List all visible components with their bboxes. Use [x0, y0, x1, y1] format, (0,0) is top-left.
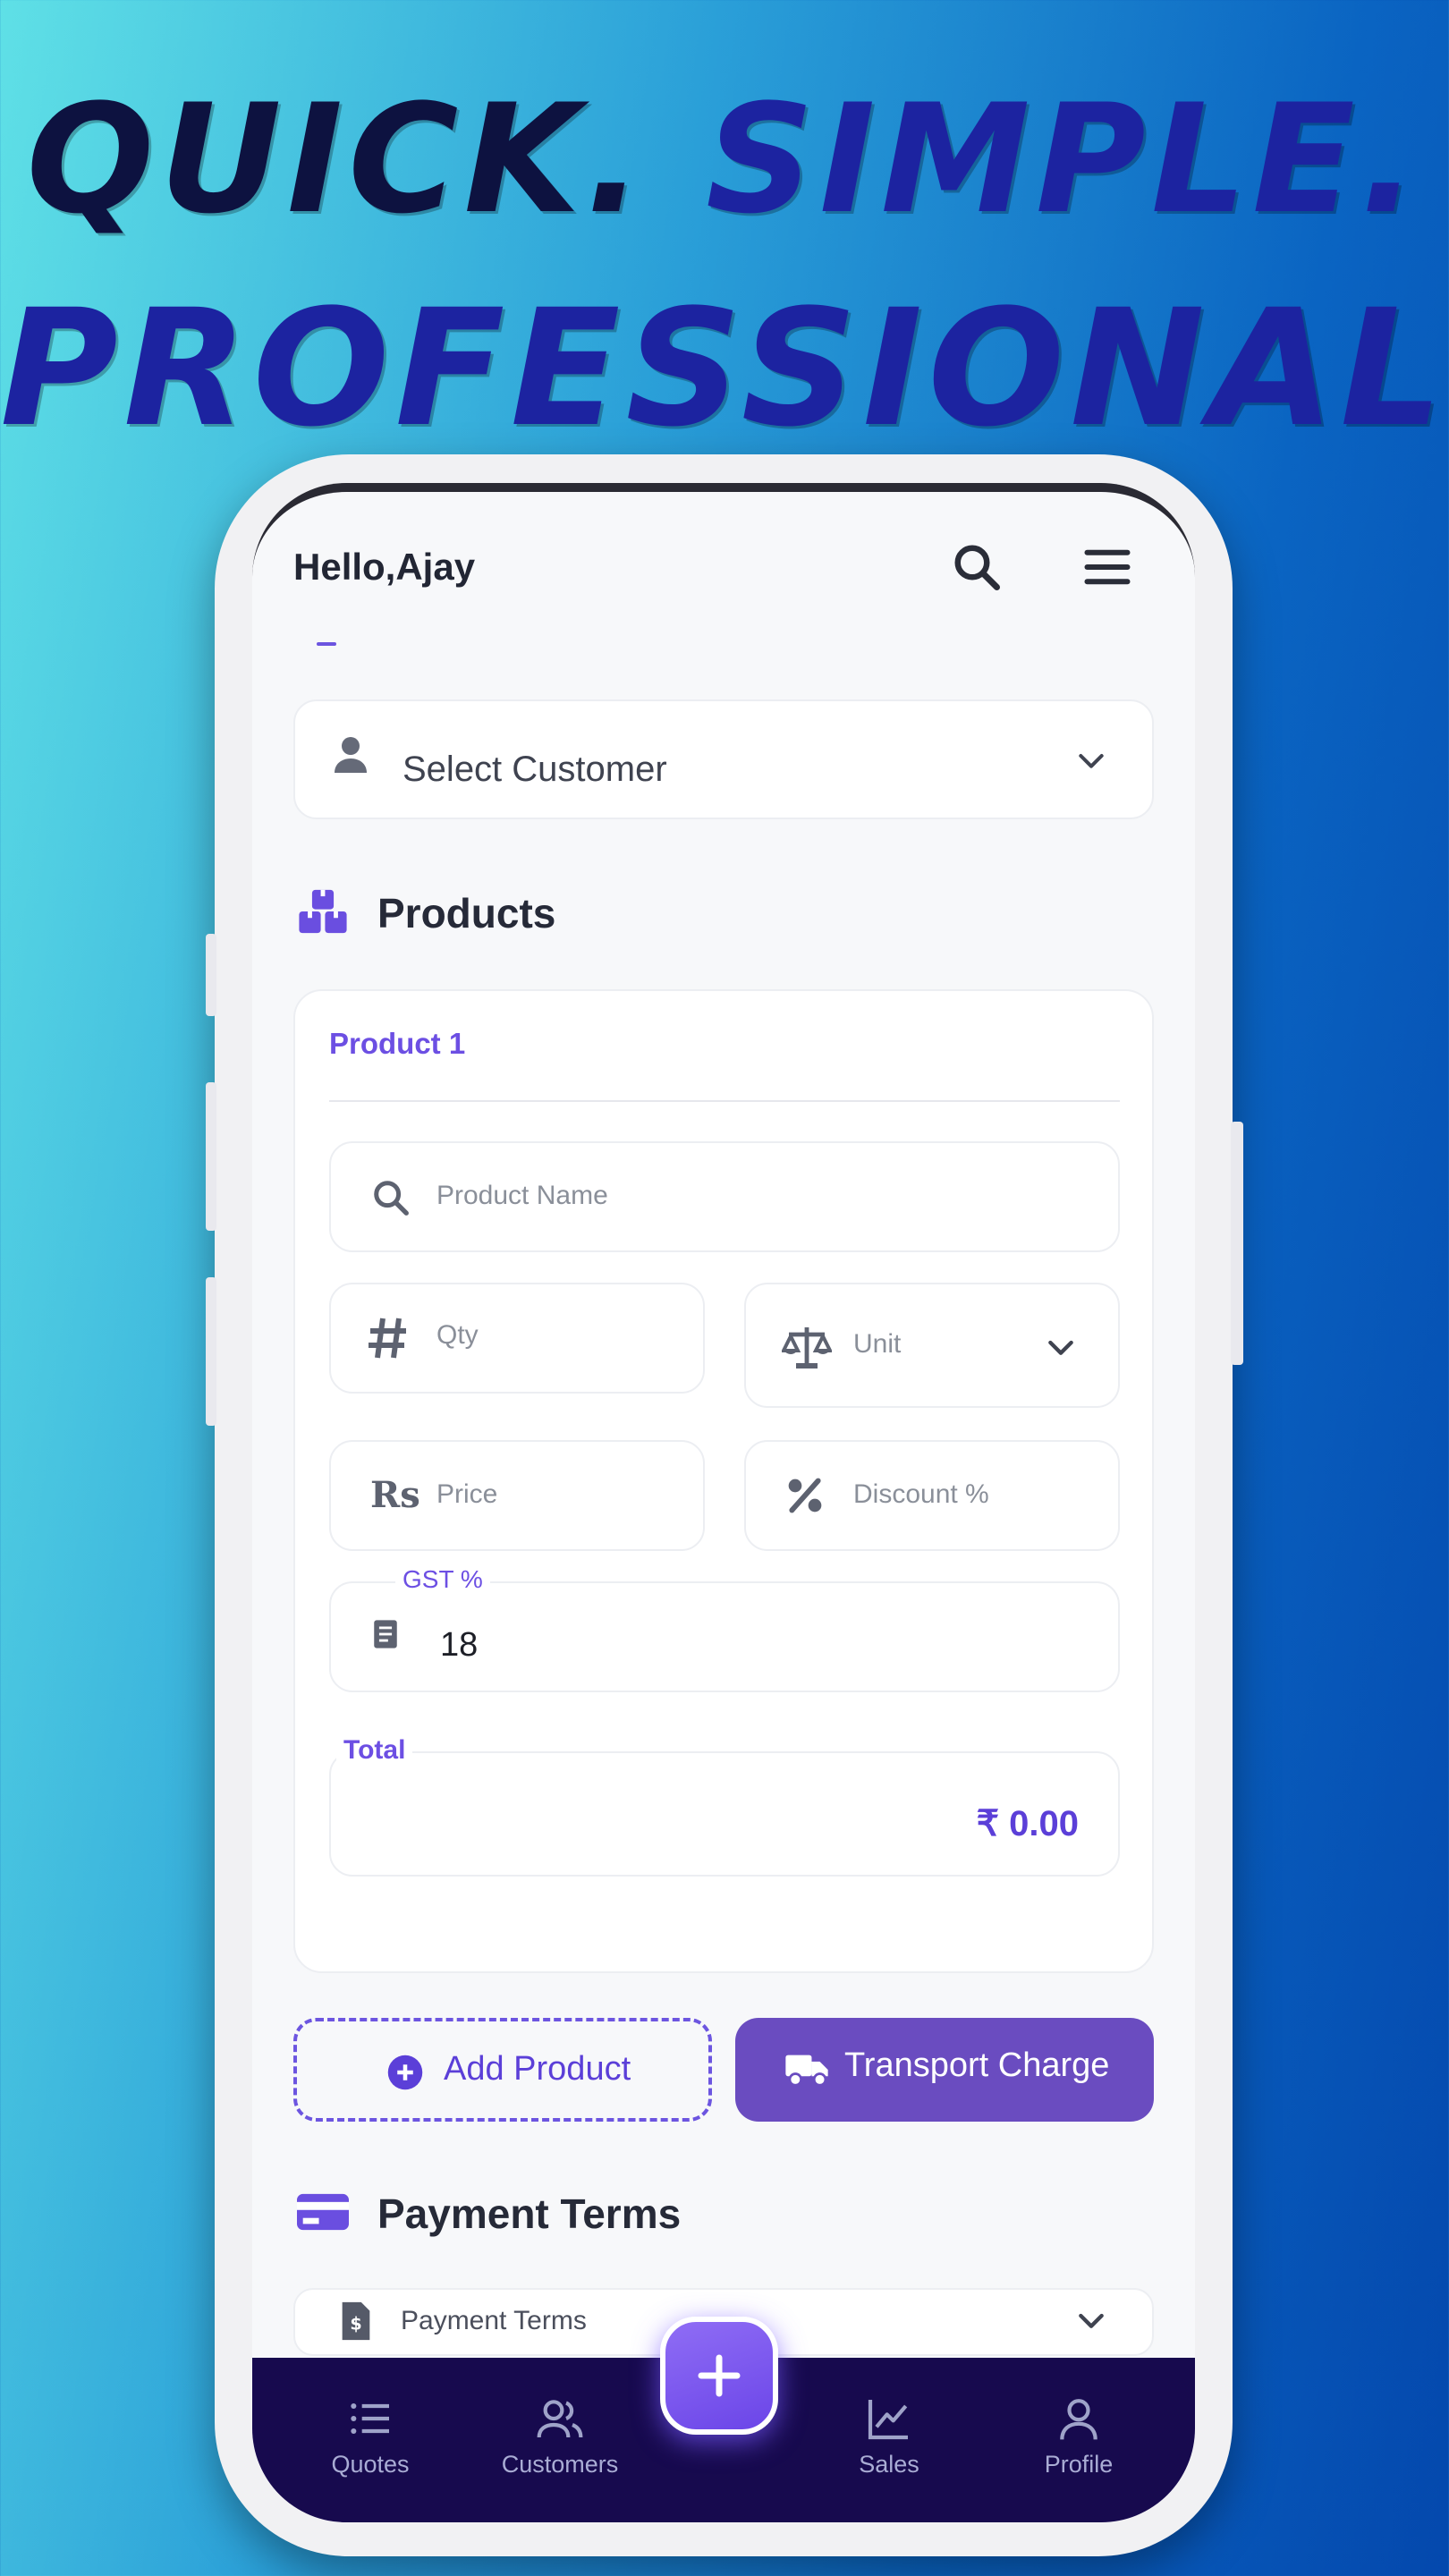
unit-placeholder: Unit — [853, 1329, 902, 1359]
product-name-placeholder: Product Name — [436, 1181, 608, 1210]
discount-placeholder: Discount % — [853, 1479, 989, 1509]
product-card: Product 1 Product Name Qty Unit Rs Price… — [293, 989, 1154, 1973]
payment-terms-section-title: Payment Terms — [377, 2190, 682, 2237]
select-customer-label: Select Customer — [402, 750, 667, 789]
search-icon — [370, 1177, 411, 1223]
transport-charge-button[interactable]: Transport Charge — [735, 2018, 1154, 2122]
chevron-down-icon — [1072, 2302, 1111, 2343]
add-product-button[interactable]: Add Product — [293, 2018, 712, 2122]
nav-label-sales: Sales — [859, 2451, 919, 2478]
user-icon — [1060, 2399, 1097, 2440]
price-input[interactable]: Rs Price — [329, 1440, 705, 1551]
chevron-down-icon — [1041, 1329, 1080, 1369]
app-screen: Hello,Ajay Select Customer Products Prod… — [252, 483, 1195, 2522]
headline-quick: QUICK. — [26, 72, 648, 247]
nav-label-quotes: Quotes — [331, 2451, 410, 2478]
scroll-indicator — [317, 642, 336, 646]
qty-input[interactable]: Qty — [329, 1283, 705, 1394]
svg-text:$: $ — [350, 2314, 361, 2334]
users-icon — [537, 2400, 583, 2438]
boxes-icon — [297, 886, 349, 942]
menu-icon[interactable] — [1080, 540, 1134, 594]
list-icon — [351, 2402, 389, 2435]
greeting-text: Hello,Ajay — [293, 546, 476, 588]
invoice-icon: $ — [340, 2301, 372, 2346]
select-customer-dropdown[interactable]: Select Customer — [293, 699, 1154, 819]
chart-icon — [868, 2400, 908, 2440]
chevron-down-icon — [1072, 742, 1111, 783]
gst-value: 18 — [440, 1626, 479, 1664]
phone-side-button-1 — [206, 934, 216, 1016]
qty-placeholder: Qty — [436, 1320, 479, 1350]
phone-side-button-3 — [206, 1277, 216, 1426]
total-value: ₹ 0.00 — [976, 1804, 1079, 1843]
search-icon[interactable] — [950, 540, 1004, 594]
nav-item-sales[interactable]: Sales — [818, 2394, 961, 2479]
phone-power-button — [1231, 1122, 1243, 1365]
nav-item-quotes[interactable]: Quotes — [299, 2394, 442, 2479]
product-divider — [329, 1100, 1120, 1102]
gst-input[interactable]: 18 — [329, 1581, 1120, 1692]
percent-icon — [785, 1476, 825, 1520]
phone-side-button-2 — [206, 1082, 216, 1231]
hash-icon — [367, 1315, 410, 1366]
nav-label-customers: Customers — [501, 2451, 619, 2478]
total-label: Total — [336, 1735, 413, 1766]
price-placeholder: Price — [436, 1479, 498, 1509]
headline-professional: PROFESSIONAL. — [0, 275, 1449, 462]
app-header: Hello,Ajay — [252, 492, 1195, 617]
scale-icon — [780, 1324, 834, 1375]
headline-simple: SIMPLE. — [706, 72, 1423, 247]
total-field: ₹ 0.00 — [329, 1751, 1120, 1877]
headline-line-1: QUICK. SIMPLE. — [0, 79, 1449, 240]
nav-item-profile[interactable]: Profile — [1007, 2394, 1150, 2479]
product-name-input[interactable]: Product Name — [329, 1141, 1120, 1252]
unit-dropdown[interactable]: Unit — [744, 1283, 1120, 1408]
payment-terms-label: Payment Terms — [401, 2306, 587, 2335]
plus-icon — [698, 2354, 741, 2397]
headline-line-2: PROFESSIONAL. — [0, 284, 1449, 454]
transport-charge-label: Transport Charge — [844, 2046, 1110, 2084]
truck-icon — [784, 2052, 830, 2092]
add-product-label: Add Product — [444, 2050, 631, 2088]
nav-label-profile: Profile — [1044, 2451, 1114, 2478]
person-icon — [335, 735, 367, 779]
gst-label: GST % — [395, 1565, 490, 1594]
products-section-title: Products — [377, 890, 556, 936]
nav-item-customers[interactable]: Customers — [488, 2394, 631, 2479]
plus-circle-icon — [386, 2054, 424, 2096]
rupee-icon: Rs — [370, 1474, 420, 1516]
discount-input[interactable]: Discount % — [744, 1440, 1120, 1551]
add-quote-fab-button[interactable] — [660, 2317, 778, 2435]
credit-card-icon — [297, 2191, 349, 2237]
document-icon — [372, 1619, 399, 1654]
product-label: Product 1 — [329, 1027, 466, 1060]
